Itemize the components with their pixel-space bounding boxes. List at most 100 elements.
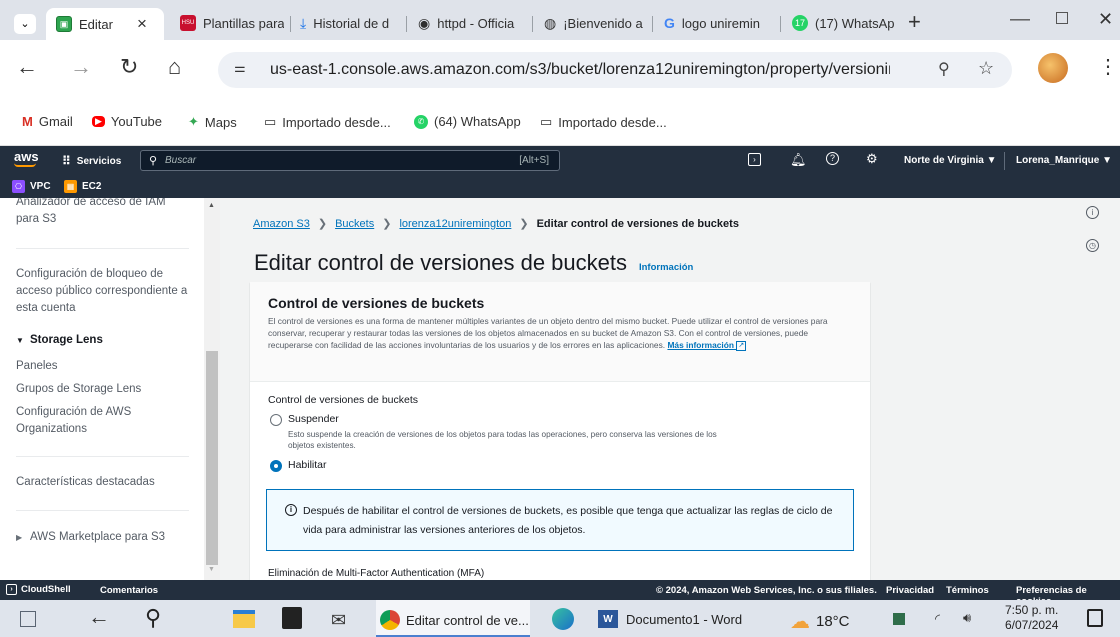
aws-favorites-bar: ⎔ VPC ▦ EC2 — [0, 176, 1120, 198]
caret-right-icon[interactable]: ▶ — [16, 533, 22, 542]
bookmark-youtube[interactable]: ▶ YouTube — [92, 114, 162, 129]
sidebar-item-organizations[interactable]: Configuración de AWS Organizations — [16, 404, 156, 438]
scroll-down-arrow[interactable]: ▼ — [208, 566, 215, 573]
aws-logo-text: aws — [14, 149, 39, 164]
tab-label: (17) WhatsAp — [815, 15, 895, 31]
weather-widget[interactable]: ☁ 18°C — [790, 609, 850, 634]
tab-search-button[interactable]: ⌄ — [14, 14, 36, 34]
tab-httpd[interactable]: ◉ httpd - Officia — [418, 10, 524, 36]
search-icon[interactable]: ⚲ — [145, 605, 161, 631]
tray-app-icon[interactable] — [893, 613, 905, 625]
settings-gear-icon[interactable]: ⚙ — [866, 151, 878, 167]
radio-suspender[interactable] — [270, 414, 282, 426]
tab-logo-uniremin[interactable]: G logo uniremin — [664, 10, 764, 36]
site-settings-icon[interactable]: ⚌ — [234, 60, 256, 80]
sidebar-item-caracteristicas[interactable]: Características destacadas — [16, 474, 191, 491]
web-favicon-icon: ◉ — [418, 14, 431, 31]
panel-description: El control de versiones es una forma de … — [268, 315, 853, 351]
bookmark-label: Gmail — [38, 114, 73, 129]
sidebar-item-iam-analyzer[interactable]: Analizador de acceso de IAM para S3 — [16, 198, 191, 228]
breadcrumb-buckets[interactable]: Buckets — [335, 218, 374, 230]
option-suspender-label[interactable]: Suspender — [288, 413, 339, 425]
sidebar-section-storage-lens[interactable]: Storage Lens — [30, 332, 205, 349]
more-info-link[interactable]: Más información — [667, 340, 736, 350]
close-icon[interactable]: × — [137, 14, 147, 34]
bookmark-maps[interactable]: ✦ Maps — [188, 114, 237, 130]
services-label: Servicios — [76, 155, 122, 167]
option-habilitar-label[interactable]: Habilitar — [288, 459, 327, 471]
hsu-favicon-icon: HSU — [180, 15, 196, 31]
back-arrow-icon[interactable]: ← — [88, 604, 110, 630]
feedback-link[interactable]: Comentarios — [100, 585, 158, 596]
sidebar-item-paneles[interactable]: Paneles — [16, 358, 191, 375]
sidebar-scrollbar[interactable]: ▲ ▼ — [204, 198, 220, 580]
sidebar-item-grupos[interactable]: Grupos de Storage Lens — [16, 381, 191, 398]
sidebar-item-block-public-access[interactable]: Configuración de bloqueo de acceso públi… — [16, 266, 191, 317]
taskbar-word-task[interactable]: W Documento1 - Word — [598, 610, 742, 628]
notifications-icon[interactable] — [1087, 609, 1103, 627]
bookmark-label: YouTube — [110, 114, 163, 129]
bookmark-whatsapp[interactable]: ✆ (64) WhatsApp — [414, 114, 521, 129]
services-menu[interactable]: ⠿ Servicios — [62, 154, 121, 168]
field-label: Control de versiones de buckets — [268, 394, 418, 406]
radio-habilitar[interactable] — [270, 460, 282, 472]
tab-active-editar[interactable]: ▣ Editar × — [46, 8, 164, 40]
bookmark-importado-1[interactable]: ▭ Importado desde... — [264, 114, 391, 130]
notifications-bell-icon[interactable]: 🔔︎ — [790, 152, 807, 168]
privacy-link[interactable]: Privacidad — [886, 585, 934, 596]
scroll-up-arrow[interactable]: ▲ — [208, 202, 215, 209]
cloudshell-icon[interactable]: › — [748, 153, 761, 166]
mail-icon[interactable]: ✉ — [331, 610, 346, 631]
caret-down-icon[interactable]: ▼ — [16, 336, 24, 345]
wifi-icon[interactable]: ◜ — [935, 611, 940, 627]
browser-menu-icon[interactable]: ⋮ — [1098, 54, 1118, 79]
sidebar-item-marketplace[interactable]: AWS Marketplace para S3 — [30, 529, 205, 546]
region-selector[interactable]: Norte de Virginia ▼ — [904, 155, 997, 166]
window-close-icon[interactable]: ✕ — [1098, 9, 1113, 30]
file-explorer-icon[interactable] — [233, 610, 255, 628]
tab-bienvenido[interactable]: ◍ ¡Bienvenido a — [544, 10, 644, 36]
back-arrow-icon[interactable]: ← — [16, 54, 38, 80]
clock[interactable]: 7:50 p. m. 6/07/2024 — [1005, 603, 1058, 633]
taskbar-chrome-label[interactable]: Editar control de ve... — [380, 610, 529, 630]
start-grid-icon[interactable] — [20, 611, 36, 627]
aws-footer: › CloudShell Comentarios © 2024, Amazon … — [0, 580, 1120, 607]
bookmark-importado-2[interactable]: ▭ Importado desde... — [540, 114, 667, 130]
favorite-ec2[interactable]: ▦ EC2 — [64, 180, 101, 193]
terms-link[interactable]: Términos — [946, 585, 989, 596]
info-link[interactable]: Información — [639, 262, 693, 273]
favorite-vpc[interactable]: ⎔ VPC — [12, 180, 51, 193]
aws-search-box[interactable]: ⚲ Buscar [Alt+S] — [140, 150, 560, 171]
breadcrumb-bucket-name[interactable]: lorenza12uniremington — [399, 218, 511, 230]
account-menu[interactable]: Lorena_Manrique ▼ — [1016, 155, 1112, 166]
scrollbar-thumb[interactable] — [206, 351, 218, 565]
cloudshell-link[interactable]: › CloudShell — [6, 584, 71, 595]
forward-arrow-icon[interactable]: → — [70, 54, 92, 80]
home-icon[interactable]: ⌂ — [168, 54, 181, 80]
tab-historial[interactable]: ⤓ Historial de d — [300, 10, 400, 36]
breadcrumb-amazon-s3[interactable]: Amazon S3 — [253, 218, 310, 230]
zoom-icon[interactable]: ⚲ — [938, 59, 950, 79]
info-circle-icon[interactable]: i — [1086, 206, 1099, 219]
edge-icon[interactable] — [552, 608, 574, 630]
tab-plantillas[interactable]: HSU Plantillas para — [180, 10, 284, 36]
cloudshell-label: CloudShell — [21, 584, 71, 595]
browser-tab-strip: ⌄ ▣ Editar × HSU Plantillas para ⤓ Histo… — [0, 0, 1120, 40]
volume-icon[interactable]: 🔊︎ — [963, 610, 971, 626]
bookmark-star-icon[interactable]: ☆ — [978, 58, 994, 79]
url-text[interactable]: us-east-1.console.aws.amazon.com/s3/buck… — [270, 61, 890, 79]
new-tab-button[interactable]: + — [908, 9, 921, 35]
maximize-icon[interactable] — [1056, 12, 1068, 24]
minimize-icon[interactable]: — — [1010, 8, 1030, 31]
help-icon[interactable]: ? — [826, 152, 839, 165]
aws-logo[interactable]: aws — [14, 149, 39, 167]
history-icon[interactable]: ◷ — [1086, 239, 1099, 252]
page-header: Editar control de versiones de buckets I… — [254, 250, 693, 276]
profile-avatar[interactable] — [1038, 53, 1068, 83]
store-bag-icon[interactable] — [282, 607, 302, 629]
address-bar[interactable]: ⚌ us-east-1.console.aws.amazon.com/s3/bu… — [218, 52, 1012, 88]
bookmark-gmail[interactable]: M Gmail — [22, 114, 73, 129]
task-label: Editar control de ve... — [406, 612, 529, 628]
reload-icon[interactable]: ↻ — [120, 54, 138, 80]
tab-whatsapp[interactable]: 17 (17) WhatsAp — [792, 10, 896, 36]
